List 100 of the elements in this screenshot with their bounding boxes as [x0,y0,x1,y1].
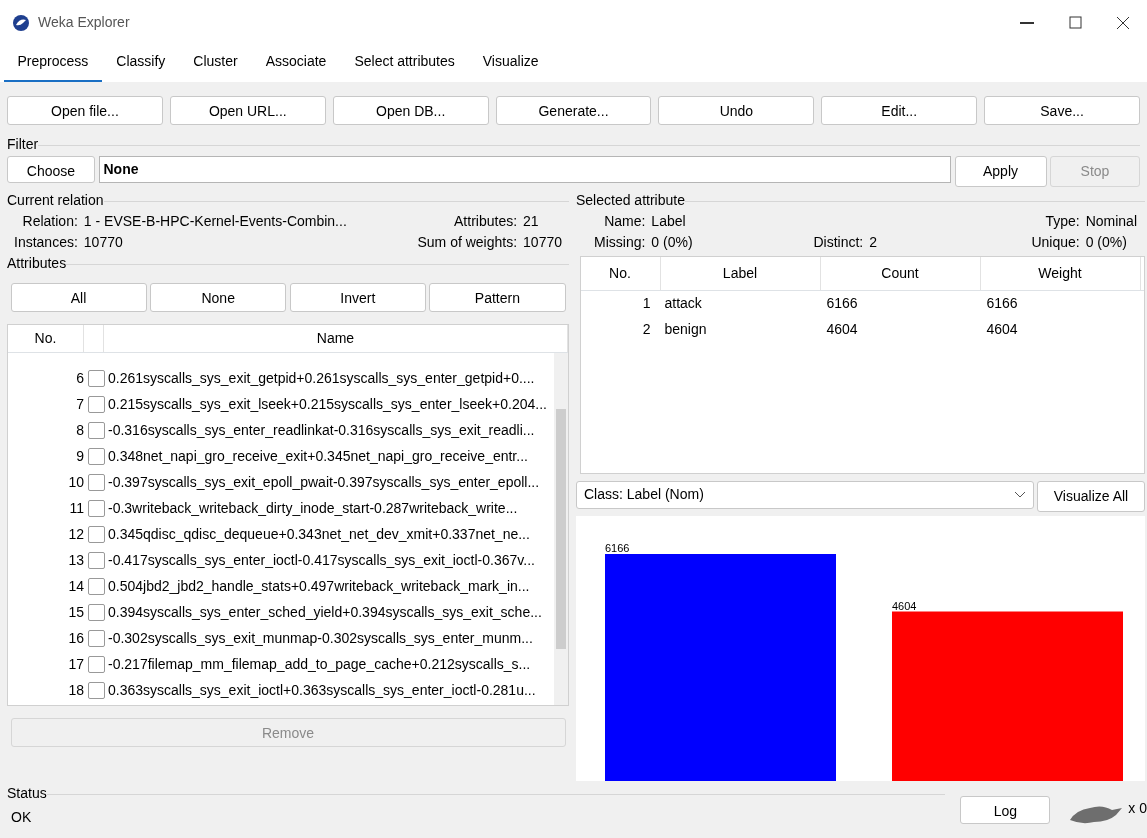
checkbox[interactable] [88,369,105,387]
field-value: 10770 [83,232,124,252]
checkbox[interactable] [88,473,105,491]
row-number: 18 [67,680,85,700]
table-cell-text: 6166 [985,294,1019,314]
class-dropdown[interactable]: Class: Label (Nom) [576,480,1034,509]
checkbox[interactable] [88,551,105,569]
checkbox[interactable] [88,421,105,439]
checkbox[interactable] [88,603,105,621]
field-value: 0 (0%) [1085,232,1128,252]
bird-logo-icon [12,13,30,32]
attribute-name[interactable]: -0.397syscalls_sys_exit_epoll_pwait-0.397syscalls_sys_enter_epoll... [108,471,540,493]
checkbox[interactable] [88,577,105,595]
table-cell-text: 4604 [985,320,1019,340]
table-cell-text: benign [663,320,708,340]
tab[interactable]: Visualize [468,43,553,82]
field-value: 21 [523,212,540,232]
checkbox[interactable] [88,629,105,647]
attribute-button[interactable]: All [10,283,147,313]
status-text: OK [10,808,33,828]
tab[interactable]: Preprocess [3,43,103,82]
field-value: 1 - EVSE-B-HPC-Kernel-Events-Combin... [83,212,348,232]
column-header: Weight [980,256,1141,290]
row-number: 8 [75,420,85,440]
tab[interactable]: Select attributes [340,43,469,82]
field-value: 2 [869,232,879,252]
table-cell-text: attack [663,294,703,314]
field-label: Distinct: [813,232,864,252]
checkbox[interactable] [88,525,105,543]
toolbar-button[interactable]: Open URL... [169,96,326,125]
field-value: 10770 [523,232,562,252]
checkbox[interactable] [88,681,105,699]
row-number: 13 [67,550,85,570]
toolbar-button[interactable]: Generate... [495,96,652,125]
maximize-icon [1067,15,1083,32]
toolbar-button[interactable]: Open DB... [332,96,489,125]
section-title: Current relation [7,192,104,209]
checkbox[interactable] [88,655,105,673]
row-number: 12 [67,524,85,544]
filter-field[interactable]: None [98,155,951,183]
log-button[interactable]: Log [960,795,1051,824]
bar-value-label: 6166 [605,541,630,554]
attribute-name[interactable]: -0.316syscalls_sys_enter_readlinkat-0.316syscalls_sys_exit_readli... [108,419,535,441]
section-title: Filter [7,137,39,153]
attribute-name[interactable]: -0.217filemap_mm_filemap_add_to_page_cache+0.212syscalls_s... [108,653,531,675]
column-header: No. [580,256,661,290]
window-title: Weka Explorer [38,13,130,32]
table-cell-text: 6166 [825,294,859,314]
toolbar-button[interactable]: Open file... [7,96,163,125]
attribute-button[interactable]: None [150,283,287,313]
attribute-name[interactable]: 0.394syscalls_sys_enter_sched_yield+0.394syscalls_sys_exit_sche... [108,601,542,623]
checkbox[interactable] [88,395,105,413]
checkbox[interactable] [88,499,105,517]
row-number: 14 [67,576,85,596]
attribute-name[interactable]: 0.504jbd2_jbd2_handle_stats+0.497writeback_writeback_mark_in... [108,575,530,597]
column-header: Count [820,256,981,290]
bar-value-label: 4604 [892,599,917,612]
field-label: Missing: [594,232,646,252]
row-number: 16 [67,628,85,648]
row-number: 11 [68,498,85,518]
row-number: 9 [75,446,85,466]
attribute-name[interactable]: 0.215syscalls_sys_exit_lseek+0.215syscalls_sys_enter_lseek+0.204... [108,393,547,415]
tab[interactable]: Associate [251,43,341,82]
choose-button[interactable]: Choose [7,155,95,183]
attribute-name[interactable]: 0.363syscalls_sys_exit_ioctl+0.363syscalls_sys_enter_ioctl-0.281u... [108,679,536,701]
close-icon [1115,15,1131,32]
field-label: Instances: [14,232,78,252]
attribute-button[interactable]: Pattern [429,283,566,313]
attribute-name[interactable]: 0.348net_napi_gro_receive_exit+0.345net_napi_gro_receive_entr... [108,445,528,467]
column-header: Label [660,256,821,290]
toolbar-button[interactable]: Edit... [821,96,978,125]
column-header: No. [8,325,84,353]
scrollbar-thumb[interactable] [556,409,566,650]
row-number: 15 [67,602,85,622]
attribute-name[interactable]: -0.302syscalls_sys_exit_munmap-0.302syscalls_sys_enter_munm... [108,627,533,649]
field-label: Type: [1044,212,1080,232]
tab[interactable]: Classify [102,43,180,82]
attribute-name[interactable]: 0.345qdisc_qdisc_dequeue+0.343net_net_dev_xmit+0.337net_ne... [108,523,530,545]
field-label: Unique: [1031,232,1080,252]
attribute-name[interactable]: -0.3writeback_writeback_dirty_inode_start-0.287writeback_write... [108,497,518,519]
row-number: 6 [75,368,85,388]
section-title: Attributes [7,255,67,272]
checkbox[interactable] [88,447,105,465]
field-value: Label [651,212,687,232]
section-title: Selected attribute [576,192,685,209]
field-value: 0 (0%) [651,232,694,252]
chevron-down-icon [1013,490,1026,499]
table-cell-text: 4604 [825,320,859,340]
toolbar-button[interactable]: Undo [658,96,815,125]
attribute-name[interactable]: -0.417syscalls_sys_enter_ioctl-0.417syscalls_sys_exit_ioctl-0.367v... [108,549,535,571]
section-title: Status [7,785,47,802]
tab[interactable]: Cluster [179,43,252,82]
field-label: Relation: [21,212,78,232]
toolbar-button[interactable]: Save... [984,96,1140,125]
visualize-all-button[interactable]: Visualize All [1037,480,1145,512]
table-cell-text: 1 [641,294,651,314]
row-number: 17 [67,654,85,674]
apply-button[interactable]: Apply [954,155,1047,187]
attribute-button[interactable]: Invert [289,283,426,313]
attribute-name[interactable]: 0.261syscalls_sys_exit_getpid+0.261syscalls_sys_enter_getpid+0.... [108,367,535,389]
